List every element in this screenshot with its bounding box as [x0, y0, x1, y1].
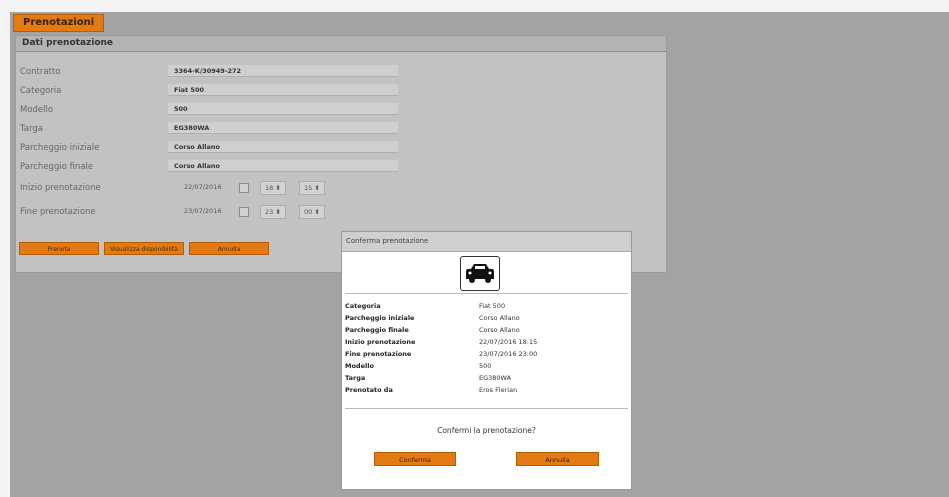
field-row-parcheggio-finale: Parcheggio finale Corso Allano	[16, 159, 666, 175]
detail-key: Targa	[345, 374, 366, 382]
field-row-inizio: Inizio prenotazione 22/07/2016 18 ⬍ 15 ⬍	[16, 180, 666, 196]
detail-key: Parcheggio finale	[345, 326, 409, 334]
detail-key: Fine prenotazione	[345, 350, 412, 358]
field-row-targa: Targa EG380WA	[16, 121, 666, 137]
detail-key: Categoria	[345, 302, 381, 310]
detail-value: 23/07/2016 23:00	[479, 350, 538, 358]
detail-key: Parcheggio iniziale	[345, 314, 415, 322]
dialog-annulla-button[interactable]: Annulla	[516, 452, 599, 466]
conferma-button[interactable]: Conferma	[374, 452, 456, 466]
targa-field[interactable]: EG380WA	[168, 122, 398, 134]
field-label: Parcheggio iniziale	[20, 143, 100, 153]
detail-key: Modello	[345, 362, 374, 370]
divider	[345, 293, 628, 294]
divider	[345, 408, 628, 409]
detail-value: Eros Flerian	[479, 386, 518, 394]
field-row-modello: Modello 500	[16, 102, 666, 118]
modello-field[interactable]: 500	[168, 103, 398, 115]
field-row-contratto: Contratto 3364-K/30949-272	[16, 64, 666, 80]
field-label: Categoria	[20, 86, 62, 96]
tab-prenotazioni[interactable]: Prenotazioni	[13, 14, 105, 32]
field-label: Modello	[20, 105, 54, 115]
car-icon	[460, 256, 500, 291]
calendar-icon[interactable]	[239, 207, 249, 217]
categoria-field[interactable]: Fiat 500	[168, 84, 398, 96]
field-row-fine: Fine prenotazione 23/07/2016 23 ⬍ 00 ⬍	[16, 204, 666, 220]
end-hour-stepper[interactable]: 23 ⬍	[260, 205, 286, 219]
contratto-field[interactable]: 3364-K/30949-272	[168, 65, 398, 77]
detail-value: 22/07/2016 18:15	[479, 338, 538, 346]
end-minute-value: 00	[304, 208, 313, 216]
field-label: Inizio prenotazione	[20, 183, 101, 193]
prenota-button[interactable]: Prenota	[19, 242, 99, 255]
start-minute-stepper[interactable]: 15 ⬍	[299, 181, 325, 195]
annulla-button[interactable]: Annulla	[189, 242, 269, 255]
end-date-input[interactable]: 23/07/2016	[184, 205, 221, 217]
detail-key: Inizio prenotazione	[345, 338, 416, 346]
confirm-question: Confermi la prenotazione?	[437, 426, 536, 435]
parcheggio-finale-field[interactable]: Corso Allano	[168, 160, 398, 172]
field-label: Parcheggio finale	[20, 162, 94, 172]
confirm-dialog: Conferma prenotazione Categoria Fiat 500…	[341, 231, 632, 490]
calendar-icon[interactable]	[239, 183, 249, 193]
field-row-categoria: Categoria Fiat 500	[16, 83, 666, 99]
detail-value: Fiat 500	[479, 302, 506, 310]
section-title: Dati prenotazione	[16, 36, 666, 52]
detail-value: Corso Allano	[479, 314, 520, 322]
detail-value: EG380WA	[479, 374, 512, 382]
start-date-input[interactable]: 22/07/2016	[184, 181, 221, 193]
end-hour-value: 23	[265, 208, 274, 216]
dialog-title: Conferma prenotazione	[342, 232, 631, 252]
detail-value: 500	[479, 362, 492, 370]
disponibilita-button[interactable]: Visualizza disponibilità	[104, 242, 184, 255]
detail-value: Corso Allano	[479, 326, 520, 334]
end-minute-stepper[interactable]: 00 ⬍	[299, 205, 325, 219]
detail-key: Prenotato da	[345, 386, 393, 394]
field-label: Targa	[20, 124, 43, 134]
parcheggio-iniziale-field[interactable]: Corso Allano	[168, 141, 398, 153]
field-row-parcheggio-iniziale: Parcheggio iniziale Corso Allano	[16, 140, 666, 156]
start-hour-value: 18	[265, 184, 274, 192]
start-hour-stepper[interactable]: 18 ⬍	[260, 181, 286, 195]
field-label: Contratto	[20, 67, 61, 77]
start-minute-value: 15	[304, 184, 313, 192]
field-label: Fine prenotazione	[20, 207, 96, 217]
